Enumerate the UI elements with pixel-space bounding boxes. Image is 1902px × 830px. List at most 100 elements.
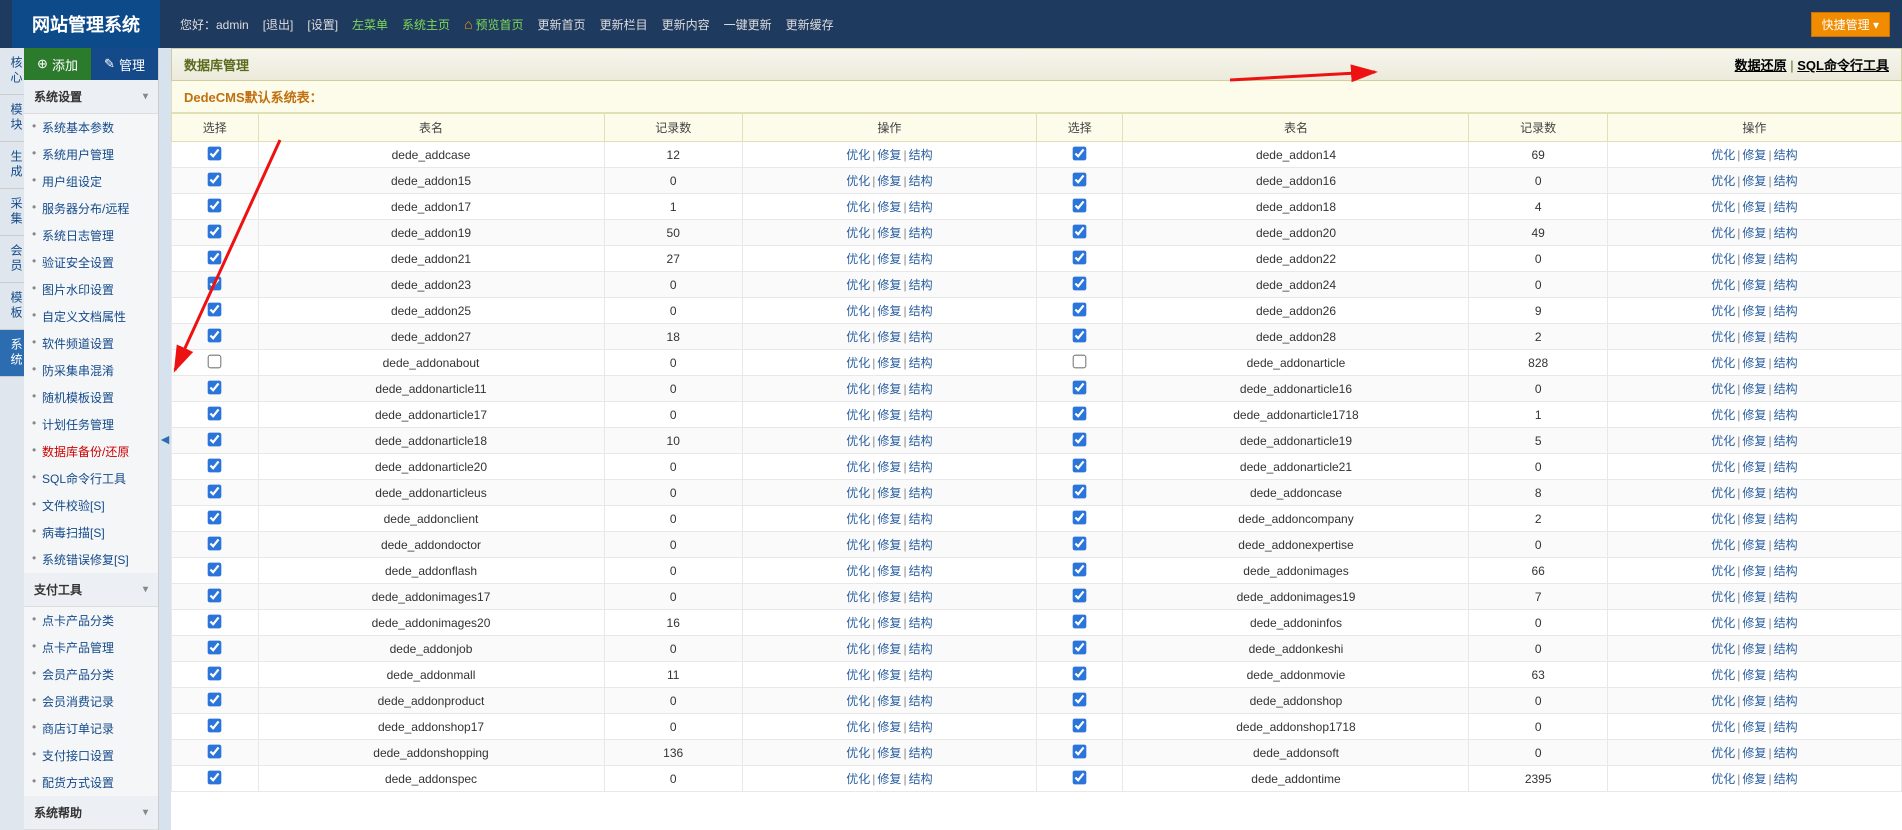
repair-link[interactable]: 修复 xyxy=(877,252,901,266)
repair-link[interactable]: 修复 xyxy=(1742,434,1766,448)
row-checkbox[interactable] xyxy=(1073,458,1087,472)
side-tab[interactable]: 模块 xyxy=(0,95,24,142)
structure-link[interactable]: 结构 xyxy=(909,252,933,266)
optimize-link[interactable]: 优化 xyxy=(846,616,870,630)
sys-home-link[interactable]: 系统主页 xyxy=(402,16,450,33)
structure-link[interactable]: 结构 xyxy=(909,330,933,344)
structure-link[interactable]: 结构 xyxy=(1774,512,1798,526)
row-checkbox[interactable] xyxy=(208,406,222,420)
optimize-link[interactable]: 优化 xyxy=(1711,486,1735,500)
menu-item[interactable]: 配货方式设置 xyxy=(24,769,158,796)
optimize-link[interactable]: 优化 xyxy=(846,642,870,656)
side-tab[interactable]: 核心 xyxy=(0,48,24,95)
section-head[interactable]: 系统帮助 xyxy=(24,796,158,830)
logout-link[interactable]: [退出] xyxy=(263,16,294,33)
structure-link[interactable]: 结构 xyxy=(1774,148,1798,162)
row-checkbox[interactable] xyxy=(1073,432,1087,446)
optimize-link[interactable]: 优化 xyxy=(1711,174,1735,188)
repair-link[interactable]: 修复 xyxy=(877,512,901,526)
left-menu-link[interactable]: 左菜单 xyxy=(352,16,388,33)
structure-link[interactable]: 结构 xyxy=(1774,746,1798,760)
update-column-link[interactable]: 更新栏目 xyxy=(600,16,648,33)
structure-link[interactable]: 结构 xyxy=(1774,460,1798,474)
menu-item[interactable]: 点卡产品管理 xyxy=(24,634,158,661)
structure-link[interactable]: 结构 xyxy=(1774,330,1798,344)
optimize-link[interactable]: 优化 xyxy=(846,746,870,760)
repair-link[interactable]: 修复 xyxy=(1742,304,1766,318)
structure-link[interactable]: 结构 xyxy=(909,746,933,760)
repair-link[interactable]: 修复 xyxy=(1742,174,1766,188)
repair-link[interactable]: 修复 xyxy=(1742,226,1766,240)
menu-item[interactable]: 系统用户管理 xyxy=(24,141,158,168)
repair-link[interactable]: 修复 xyxy=(877,174,901,188)
row-checkbox[interactable] xyxy=(208,744,222,758)
structure-link[interactable]: 结构 xyxy=(909,356,933,370)
structure-link[interactable]: 结构 xyxy=(1774,538,1798,552)
row-checkbox[interactable] xyxy=(208,562,222,576)
optimize-link[interactable]: 优化 xyxy=(846,564,870,578)
repair-link[interactable]: 修复 xyxy=(877,538,901,552)
repair-link[interactable]: 修复 xyxy=(877,304,901,318)
repair-link[interactable]: 修复 xyxy=(877,278,901,292)
structure-link[interactable]: 结构 xyxy=(909,460,933,474)
optimize-link[interactable]: 优化 xyxy=(1711,382,1735,396)
side-tab[interactable]: 模板 xyxy=(0,283,24,330)
optimize-link[interactable]: 优化 xyxy=(1711,668,1735,682)
repair-link[interactable]: 修复 xyxy=(877,668,901,682)
row-checkbox[interactable] xyxy=(1073,770,1087,784)
row-checkbox[interactable] xyxy=(208,640,222,654)
menu-item[interactable]: 随机模板设置 xyxy=(24,384,158,411)
one-click-update-link[interactable]: 一键更新 xyxy=(724,16,772,33)
optimize-link[interactable]: 优化 xyxy=(846,148,870,162)
repair-link[interactable]: 修复 xyxy=(877,382,901,396)
structure-link[interactable]: 结构 xyxy=(909,694,933,708)
menu-item[interactable]: SQL命令行工具 xyxy=(24,465,158,492)
repair-link[interactable]: 修复 xyxy=(1742,278,1766,292)
structure-link[interactable]: 结构 xyxy=(1774,616,1798,630)
row-checkbox[interactable] xyxy=(208,536,222,550)
menu-item[interactable]: 用户组设定 xyxy=(24,168,158,195)
repair-link[interactable]: 修复 xyxy=(877,694,901,708)
structure-link[interactable]: 结构 xyxy=(1774,668,1798,682)
optimize-link[interactable]: 优化 xyxy=(846,408,870,422)
structure-link[interactable]: 结构 xyxy=(909,720,933,734)
row-checkbox[interactable] xyxy=(1073,744,1087,758)
structure-link[interactable]: 结构 xyxy=(909,408,933,422)
row-checkbox[interactable] xyxy=(1073,718,1087,732)
optimize-link[interactable]: 优化 xyxy=(846,174,870,188)
optimize-link[interactable]: 优化 xyxy=(846,252,870,266)
side-tab[interactable]: 采集 xyxy=(0,189,24,236)
structure-link[interactable]: 结构 xyxy=(1774,434,1798,448)
menu-item[interactable]: 系统错误修复[S] xyxy=(24,546,158,573)
row-checkbox[interactable] xyxy=(1073,406,1087,420)
menu-item[interactable]: 病毒扫描[S] xyxy=(24,519,158,546)
repair-link[interactable]: 修复 xyxy=(1742,252,1766,266)
structure-link[interactable]: 结构 xyxy=(909,512,933,526)
optimize-link[interactable]: 优化 xyxy=(846,330,870,344)
row-checkbox[interactable] xyxy=(1073,640,1087,654)
row-checkbox[interactable] xyxy=(208,198,222,212)
row-checkbox[interactable] xyxy=(1073,692,1087,706)
menu-item[interactable]: 点卡产品分类 xyxy=(24,607,158,634)
repair-link[interactable]: 修复 xyxy=(877,226,901,240)
optimize-link[interactable]: 优化 xyxy=(846,668,870,682)
row-checkbox[interactable] xyxy=(1073,354,1087,368)
repair-link[interactable]: 修复 xyxy=(1742,642,1766,656)
optimize-link[interactable]: 优化 xyxy=(1711,616,1735,630)
optimize-link[interactable]: 优化 xyxy=(846,304,870,318)
repair-link[interactable]: 修复 xyxy=(877,746,901,760)
optimize-link[interactable]: 优化 xyxy=(846,460,870,474)
optimize-link[interactable]: 优化 xyxy=(846,434,870,448)
structure-link[interactable]: 结构 xyxy=(1774,642,1798,656)
optimize-link[interactable]: 优化 xyxy=(846,200,870,214)
row-checkbox[interactable] xyxy=(1073,328,1087,342)
row-checkbox[interactable] xyxy=(208,172,222,186)
repair-link[interactable]: 修复 xyxy=(1742,382,1766,396)
repair-link[interactable]: 修复 xyxy=(877,200,901,214)
structure-link[interactable]: 结构 xyxy=(1774,200,1798,214)
optimize-link[interactable]: 优化 xyxy=(1711,564,1735,578)
row-checkbox[interactable] xyxy=(208,770,222,784)
menu-item[interactable]: 服务器分布/远程 xyxy=(24,195,158,222)
structure-link[interactable]: 结构 xyxy=(1774,356,1798,370)
optimize-link[interactable]: 优化 xyxy=(1711,200,1735,214)
